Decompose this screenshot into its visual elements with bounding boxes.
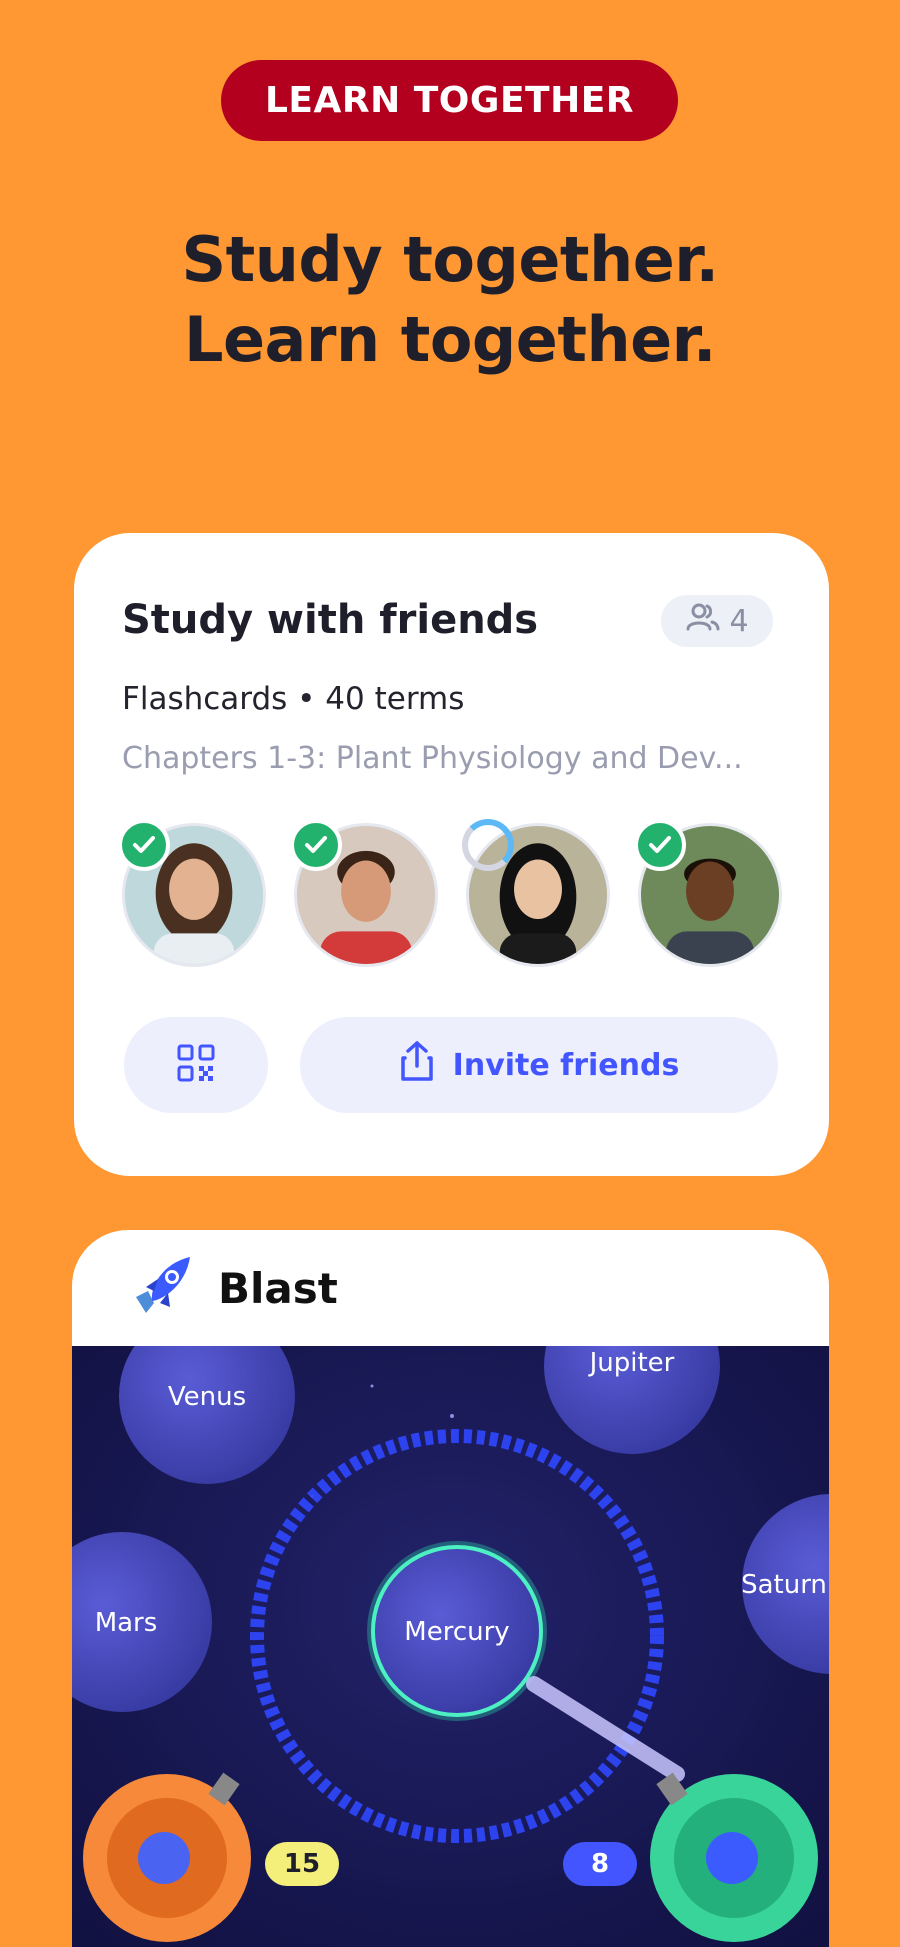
participants-row — [118, 819, 782, 973]
blast-game-area[interactable]: Venus Jupiter Mars Mercury Saturn 15 8 — [72, 1346, 829, 1947]
headline: Study together. Learn together. — [0, 220, 900, 380]
headline-line-1: Study together. — [181, 223, 719, 296]
completed-check-icon — [634, 819, 686, 871]
blast-title: Blast — [218, 1263, 338, 1313]
member-count-badge[interactable]: 4 — [661, 595, 773, 647]
completed-check-icon — [290, 819, 342, 871]
set-subtitle: Flashcards • 40 terms — [122, 681, 465, 717]
headline-line-2: Learn together. — [184, 303, 716, 376]
invite-friends-button[interactable]: Invite friends — [300, 1017, 778, 1113]
player-ship-right — [650, 1772, 818, 1942]
score-badge-right: 8 — [563, 1842, 637, 1886]
planet-label-saturn: Saturn — [741, 1570, 827, 1600]
invite-friends-label: Invite friends — [452, 1047, 680, 1083]
completed-check-icon — [118, 819, 170, 871]
blast-header: Blast — [72, 1230, 829, 1346]
set-name: Chapters 1-3: Plant Physiology and Dev..… — [122, 741, 743, 776]
study-with-friends-card: Study with friends 4 Flashcards • 40 ter… — [74, 533, 829, 1176]
planet-label-jupiter: Jupiter — [589, 1348, 675, 1378]
blast-game-card[interactable]: Blast Venus Jupiter Mars Mercury Saturn … — [72, 1230, 829, 1947]
planet-label-mercury: Mercury — [404, 1617, 510, 1647]
planet-label-mars: Mars — [94, 1608, 158, 1638]
share-icon — [399, 1040, 435, 1090]
player-ship-left — [83, 1772, 251, 1942]
qr-code-button[interactable] — [124, 1017, 268, 1113]
loading-spinner-icon — [462, 819, 514, 871]
score-badge-left: 15 — [265, 1842, 339, 1886]
member-count: 4 — [729, 603, 749, 639]
people-icon — [685, 602, 721, 640]
rocket-icon — [128, 1251, 198, 1325]
planet-label-venus: Venus — [167, 1382, 247, 1412]
qr-code-icon — [177, 1044, 215, 1086]
card-title: Study with friends — [122, 597, 539, 643]
learn-together-banner: LEARN TOGETHER — [221, 60, 678, 141]
